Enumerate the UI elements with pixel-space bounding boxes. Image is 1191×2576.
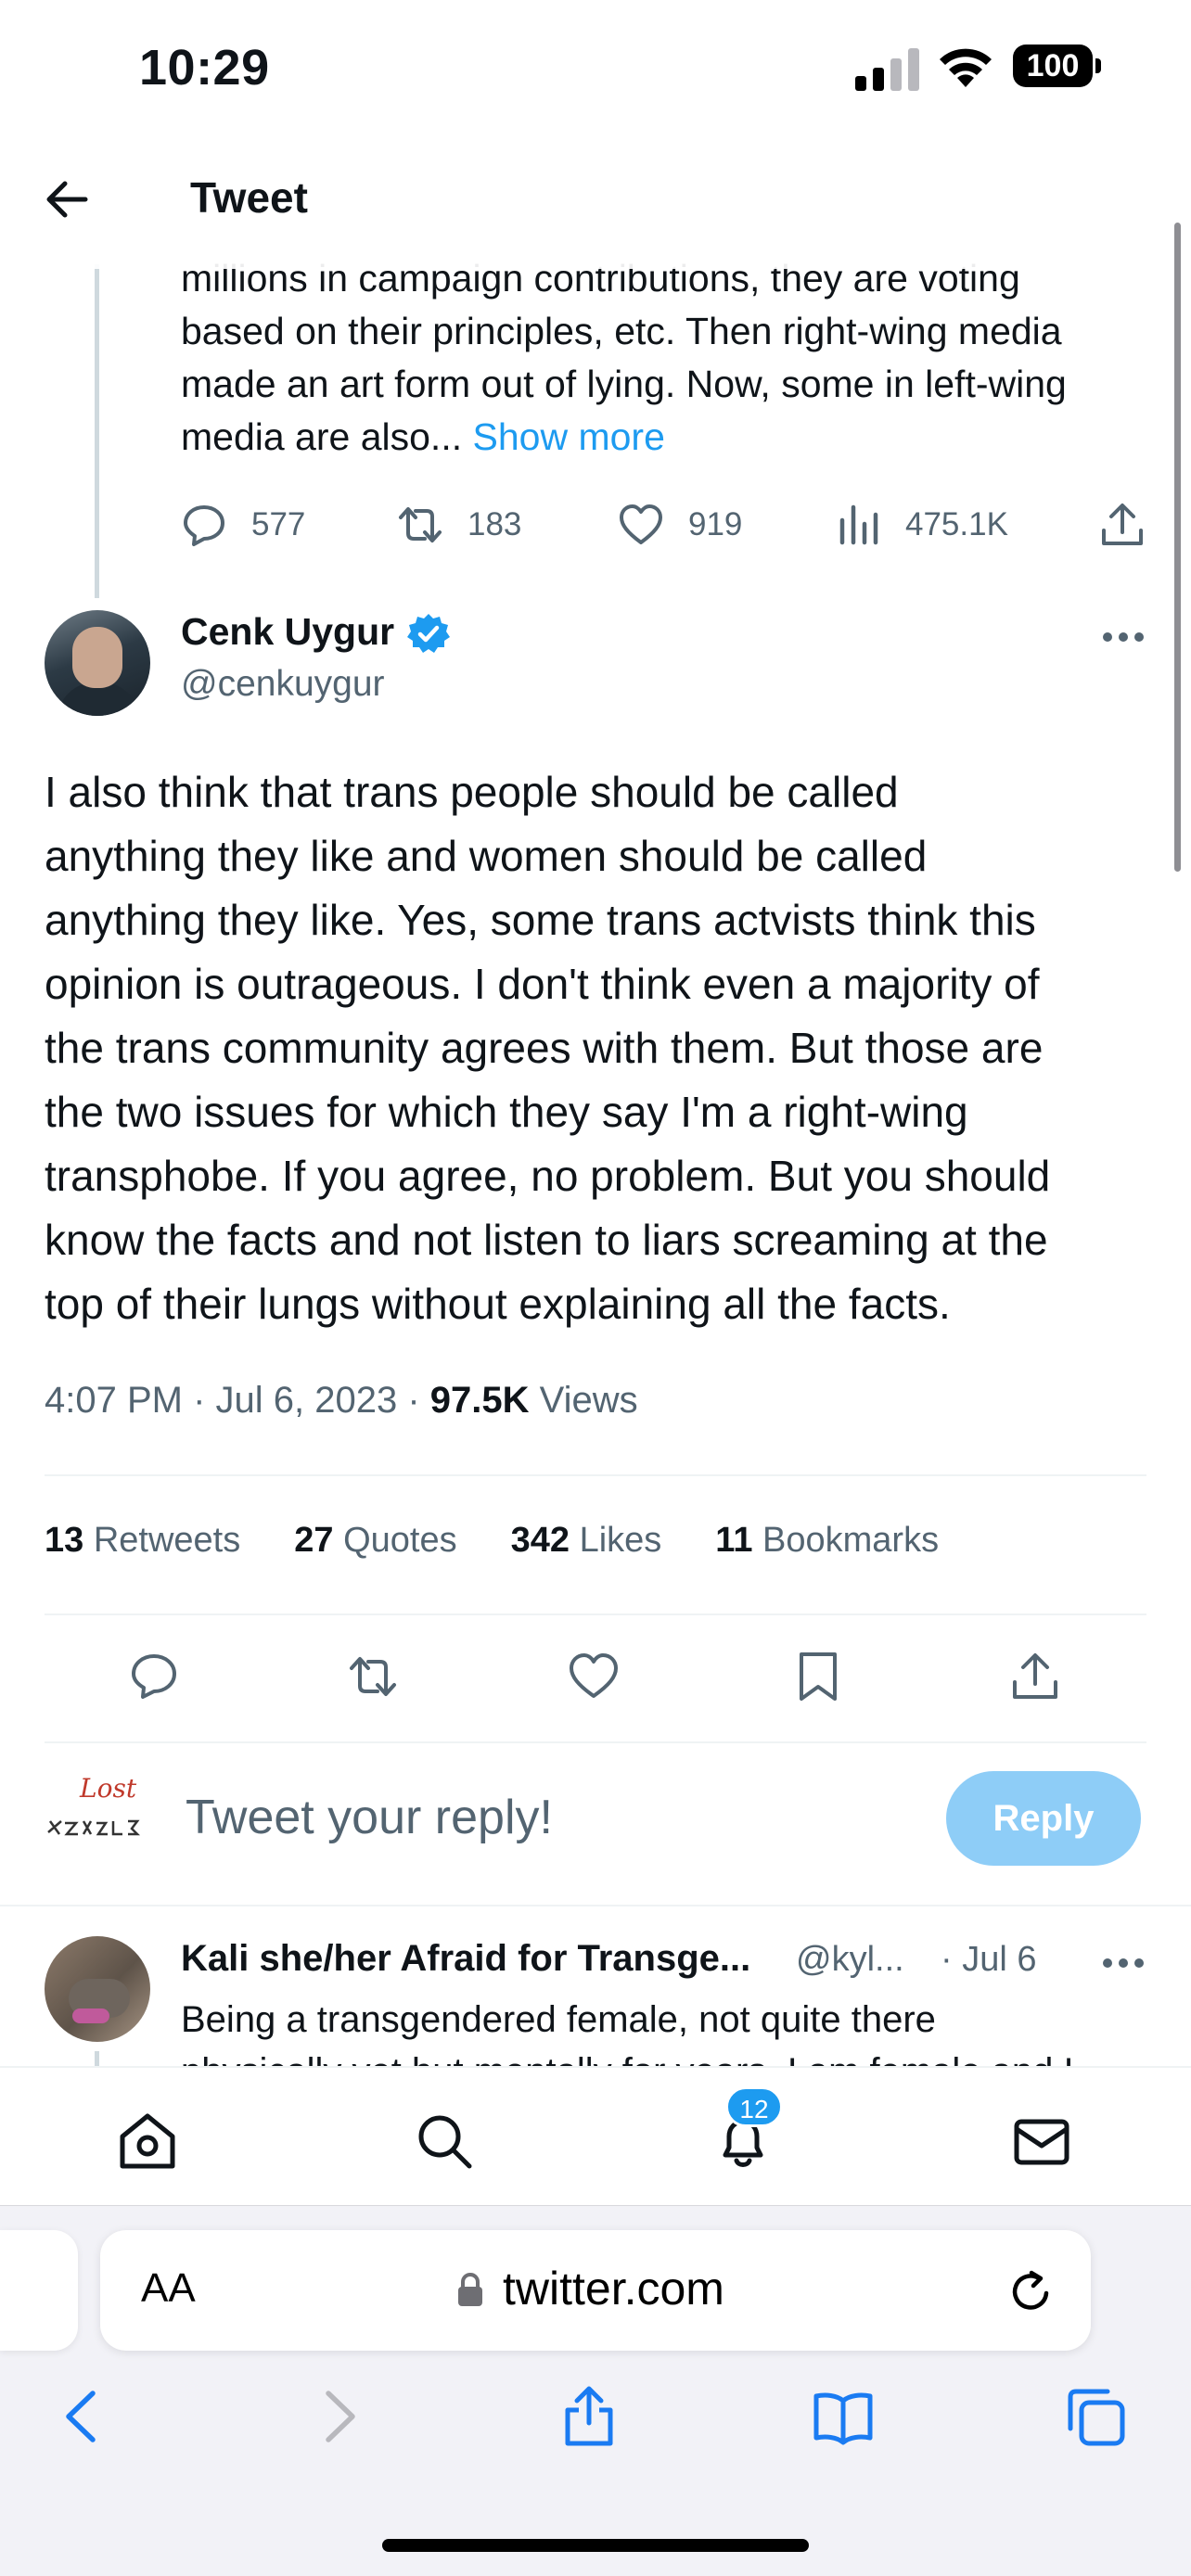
- status-bar: 10:29 100: [0, 0, 1191, 130]
- share-icon[interactable]: [1009, 1651, 1061, 1702]
- quotes-stat[interactable]: 27 Quotes: [294, 1521, 456, 1569]
- back-arrow-icon[interactable]: [43, 176, 91, 223]
- heart-icon: [620, 504, 662, 544]
- bottom-navigation: 12: [0, 2066, 1191, 2205]
- previous-tab-peek[interactable]: [0, 2230, 78, 2351]
- parent-tweet-text: millions in campaign contributions, they…: [181, 257, 1067, 458]
- retweets-stat[interactable]: 13 Retweets: [45, 1521, 240, 1569]
- retweet-icon: [399, 507, 442, 542]
- reply-author-handle[interactable]: @kyl...: [796, 1940, 904, 1980]
- browser-back-icon[interactable]: [50, 2384, 115, 2449]
- view-count: 97.5K: [429, 1380, 530, 1421]
- heart-icon[interactable]: [568, 1651, 620, 1702]
- page-title: Tweet: [190, 173, 308, 222]
- reply-submit-button[interactable]: Reply: [946, 1771, 1141, 1866]
- reply-icon[interactable]: [128, 1651, 180, 1702]
- tweet-text: I also think that trans people should be…: [45, 768, 1051, 1328]
- views-chart-icon: [839, 504, 878, 545]
- lock-icon: [458, 2272, 482, 2306]
- likes-stat[interactable]: 342 Likes: [511, 1521, 662, 1569]
- divider: [0, 1905, 1191, 1906]
- browser-forward-icon[interactable]: [306, 2384, 371, 2449]
- battery-level: 100: [1013, 45, 1093, 87]
- address-bar[interactable]: AA twitter.com: [100, 2230, 1091, 2351]
- engagement-stats: 13 Retweets 27 Quotes 342 Likes 11 Bookm…: [45, 1521, 992, 1569]
- parent-views-button[interactable]: 475.1K: [835, 501, 1008, 549]
- parent-share-icon[interactable]: [1098, 501, 1146, 549]
- user-avatar[interactable]: Lost: [43, 1767, 154, 1869]
- verified-badge-icon: [407, 614, 450, 653]
- browser-share-icon[interactable]: [557, 2384, 621, 2449]
- reader-aa-button[interactable]: AA: [141, 2265, 196, 2312]
- app-header: Tweet: [0, 130, 1191, 269]
- home-indicator[interactable]: [382, 2539, 809, 2552]
- parent-reply-button[interactable]: 577: [181, 501, 305, 549]
- reply-icon: [184, 505, 224, 546]
- show-more-link[interactable]: Show more: [473, 415, 665, 458]
- parent-like-button[interactable]: 919: [618, 501, 742, 549]
- bookmarks-stat[interactable]: 11 Bookmarks: [715, 1521, 939, 1569]
- reply-author-name[interactable]: Kali she/her Afraid for Transge...: [181, 1938, 750, 1980]
- author-avatar[interactable]: [45, 610, 150, 716]
- reply-more-options-icon[interactable]: [1100, 1949, 1146, 1977]
- retweet-icon[interactable]: [347, 1651, 399, 1702]
- reload-icon[interactable]: [1005, 2265, 1057, 2317]
- battery-icon: 100: [1013, 45, 1102, 87]
- status-time: 10:29: [139, 40, 270, 96]
- svg-text:Lost: Lost: [79, 1773, 137, 1804]
- bookmark-icon[interactable]: [792, 1651, 844, 1702]
- parent-retweet-button[interactable]: 183: [397, 501, 521, 549]
- search-icon[interactable]: [414, 2111, 475, 2172]
- author-handle[interactable]: @cenkuygur: [181, 664, 385, 705]
- notification-count-badge: 12: [725, 2086, 783, 2127]
- reply-date[interactable]: · Jul 6: [941, 1940, 1036, 1980]
- reply-input[interactable]: Tweet your reply!: [186, 1790, 553, 1845]
- thread-connector-line: [95, 264, 99, 598]
- messages-mail-icon[interactable]: [1011, 2111, 1072, 2172]
- home-icon[interactable]: [117, 2111, 178, 2172]
- scrollbar[interactable]: [1174, 223, 1181, 872]
- divider: [45, 1474, 1146, 1476]
- url-text[interactable]: twitter.com: [503, 2262, 724, 2315]
- cellular-signal-icon: [855, 48, 919, 91]
- browser-toolbar: AA twitter.com: [0, 2205, 1191, 2576]
- author-name[interactable]: Cenk Uygur: [181, 610, 394, 654]
- divider: [45, 1741, 1146, 1743]
- tabs-overview-icon[interactable]: [1063, 2384, 1128, 2449]
- divider: [45, 1613, 1146, 1615]
- bookmarks-book-icon[interactable]: [811, 2384, 876, 2449]
- more-options-icon[interactable]: [1100, 623, 1146, 651]
- reply-author-avatar[interactable]: [45, 1936, 150, 2042]
- wifi-icon: [940, 48, 992, 87]
- tweet-timestamp: 4:07 PM · Jul 6, 2023 · 97.5K Views: [45, 1380, 638, 1421]
